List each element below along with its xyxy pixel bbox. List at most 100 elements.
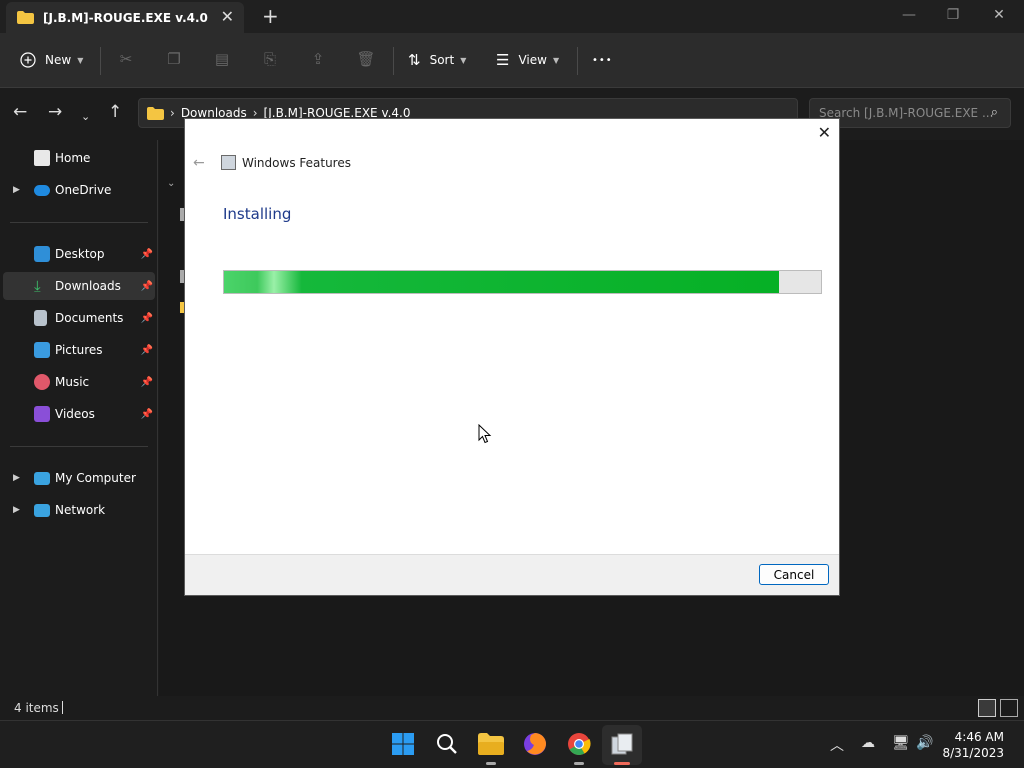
close-tab-icon[interactable]: ✕ <box>221 9 234 25</box>
paste-icon[interactable]: ▤ <box>212 49 232 69</box>
minimize-icon[interactable]: — <box>886 0 932 30</box>
nav-item-music[interactable]: Music 📌 <box>3 368 155 396</box>
pin-icon: 📌 <box>140 344 153 356</box>
toolbar-divider <box>577 47 578 75</box>
nav-item-downloads[interactable]: ⤓ Downloads 📌 <box>3 272 155 300</box>
toolbar-divider <box>100 47 101 75</box>
back-icon[interactable]: ← <box>13 104 27 121</box>
pin-icon: 📌 <box>140 280 153 292</box>
taskbar: ︿ ☁ 🖥 🔊 4:46 AM 8/31/2023 <box>0 720 1024 768</box>
start-icon[interactable] <box>390 731 416 757</box>
volume-icon[interactable]: 🔊 <box>916 735 933 751</box>
chevron-right-icon: ▶ <box>13 185 20 195</box>
search-placeholder: Search [J.B.M]-ROUGE.EXE ... <box>819 106 994 120</box>
title-bar: [J.B.M]-ROUGE.EXE v.4.0 ✕ + — ❐ ✕ <box>0 0 1024 33</box>
recent-chevron-icon[interactable]: ⌄ <box>81 108 90 125</box>
clock-date: 8/31/2023 <box>942 746 1004 760</box>
chevron-down-icon: ⌄ <box>167 178 176 189</box>
tiles-view-icon[interactable] <box>1000 699 1018 717</box>
view-icon: ☰ <box>496 51 510 69</box>
sort-button[interactable]: ⇅ Sort ▼ <box>408 48 466 72</box>
nav-item-pictures[interactable]: Pictures 📌 <box>3 336 155 364</box>
nav-item-home[interactable]: Home <box>3 144 155 172</box>
nav-item-desktop[interactable]: Desktop 📌 <box>3 240 155 268</box>
computer-icon <box>34 471 50 485</box>
up-icon[interactable]: ↑ <box>108 104 122 121</box>
pin-icon: 📌 <box>140 408 153 420</box>
dialog-heading: Installing <box>223 205 292 223</box>
copy-icon[interactable]: ❐ <box>164 49 184 69</box>
cancel-button[interactable]: Cancel <box>759 564 829 585</box>
videos-icon <box>34 406 50 422</box>
running-indicator <box>486 762 496 765</box>
search-icon[interactable] <box>434 731 460 757</box>
delete-icon[interactable]: 🗑 <box>356 49 376 69</box>
desktop-icon <box>34 246 50 262</box>
search-icon: ⌕ <box>990 105 998 120</box>
chevron-right-icon: ▶ <box>13 473 20 483</box>
details-view-icon[interactable] <box>978 699 996 717</box>
nav-item-onedrive[interactable]: ▶ OneDrive <box>3 176 155 204</box>
nav-item-my-computer[interactable]: ▶ My Computer <box>3 464 155 492</box>
install-progress-bar <box>223 270 822 294</box>
network-icon <box>34 503 50 517</box>
view-label: View <box>518 53 547 67</box>
sort-label: Sort <box>429 53 455 67</box>
windows-features-icon <box>221 155 236 170</box>
plus-circle-icon <box>20 52 36 68</box>
cut-icon[interactable]: ✂ <box>116 49 136 69</box>
firefox-icon[interactable] <box>522 731 548 757</box>
chevron-right-icon: › <box>170 106 175 120</box>
chevron-right-icon: ▶ <box>13 505 20 515</box>
system-clock[interactable]: 4:46 AM 8/31/2023 <box>942 729 1004 761</box>
chevron-down-icon: ▼ <box>460 55 467 65</box>
view-button[interactable]: ☰ View ▼ <box>496 48 559 72</box>
nav-item-network[interactable]: ▶ Network <box>3 496 155 524</box>
nav-divider <box>10 446 148 447</box>
sort-icon: ⇅ <box>408 51 421 69</box>
active-indicator <box>614 762 630 765</box>
back-arrow-icon[interactable]: ← <box>193 155 205 171</box>
tab-active[interactable]: [J.B.M]-ROUGE.EXE v.4.0 ✕ <box>6 2 244 33</box>
show-hidden-icons-chevron-icon[interactable]: ︿ <box>830 735 844 755</box>
more-options-button[interactable]: ••• <box>592 48 613 72</box>
chevron-down-icon: ▼ <box>77 55 84 65</box>
restore-icon[interactable]: ❐ <box>930 0 976 30</box>
command-bar: New ▼ ✂ ❐ ▤ ⎘ ⇪ 🗑 ⇅ Sort ▼ ☰ View ▼ ••• <box>0 33 1024 88</box>
windows-features-taskbar-icon[interactable] <box>609 731 635 757</box>
pictures-icon <box>34 342 50 358</box>
clock-time: 4:46 AM <box>954 730 1004 744</box>
cloud-icon <box>34 184 50 196</box>
item-count: 4 items <box>14 701 59 715</box>
share-icon[interactable]: ⇪ <box>308 49 328 69</box>
folder-icon <box>17 11 34 24</box>
status-divider <box>62 701 63 714</box>
tab-title: [J.B.M]-ROUGE.EXE v.4.0 <box>43 10 208 25</box>
rename-icon[interactable]: ⎘ <box>260 49 280 69</box>
file-explorer-icon[interactable] <box>478 731 504 757</box>
windows-logo-icon <box>392 733 414 755</box>
new-button[interactable]: New ▼ <box>20 48 83 72</box>
window-close-icon[interactable]: ✕ <box>976 0 1022 30</box>
forward-icon[interactable]: → <box>48 104 62 121</box>
nav-item-documents[interactable]: Documents 📌 <box>3 304 155 332</box>
status-bar: 4 items <box>0 696 1024 720</box>
running-indicator <box>574 762 584 765</box>
folder-icon <box>147 106 164 120</box>
onedrive-offline-icon[interactable]: ☁ <box>861 735 875 751</box>
pin-icon: 📌 <box>140 248 153 260</box>
new-tab-icon[interactable]: + <box>262 6 279 26</box>
new-label: New <box>45 53 72 67</box>
pin-icon: 📌 <box>140 376 153 388</box>
nav-divider <box>10 222 148 223</box>
document-icon <box>34 310 47 326</box>
nav-item-videos[interactable]: Videos 📌 <box>3 400 155 428</box>
navigation-pane: Home ▶ OneDrive Desktop 📌 ⤓ Downloads 📌 … <box>0 140 158 696</box>
chrome-icon[interactable] <box>566 731 592 757</box>
network-status-icon[interactable]: 🖥 <box>892 735 910 751</box>
music-icon <box>34 374 50 390</box>
dialog-footer: Cancel <box>185 554 839 595</box>
pin-icon: 📌 <box>140 312 153 324</box>
dialog-close-icon[interactable]: ✕ <box>818 125 831 141</box>
download-icon: ⤓ <box>34 277 41 295</box>
